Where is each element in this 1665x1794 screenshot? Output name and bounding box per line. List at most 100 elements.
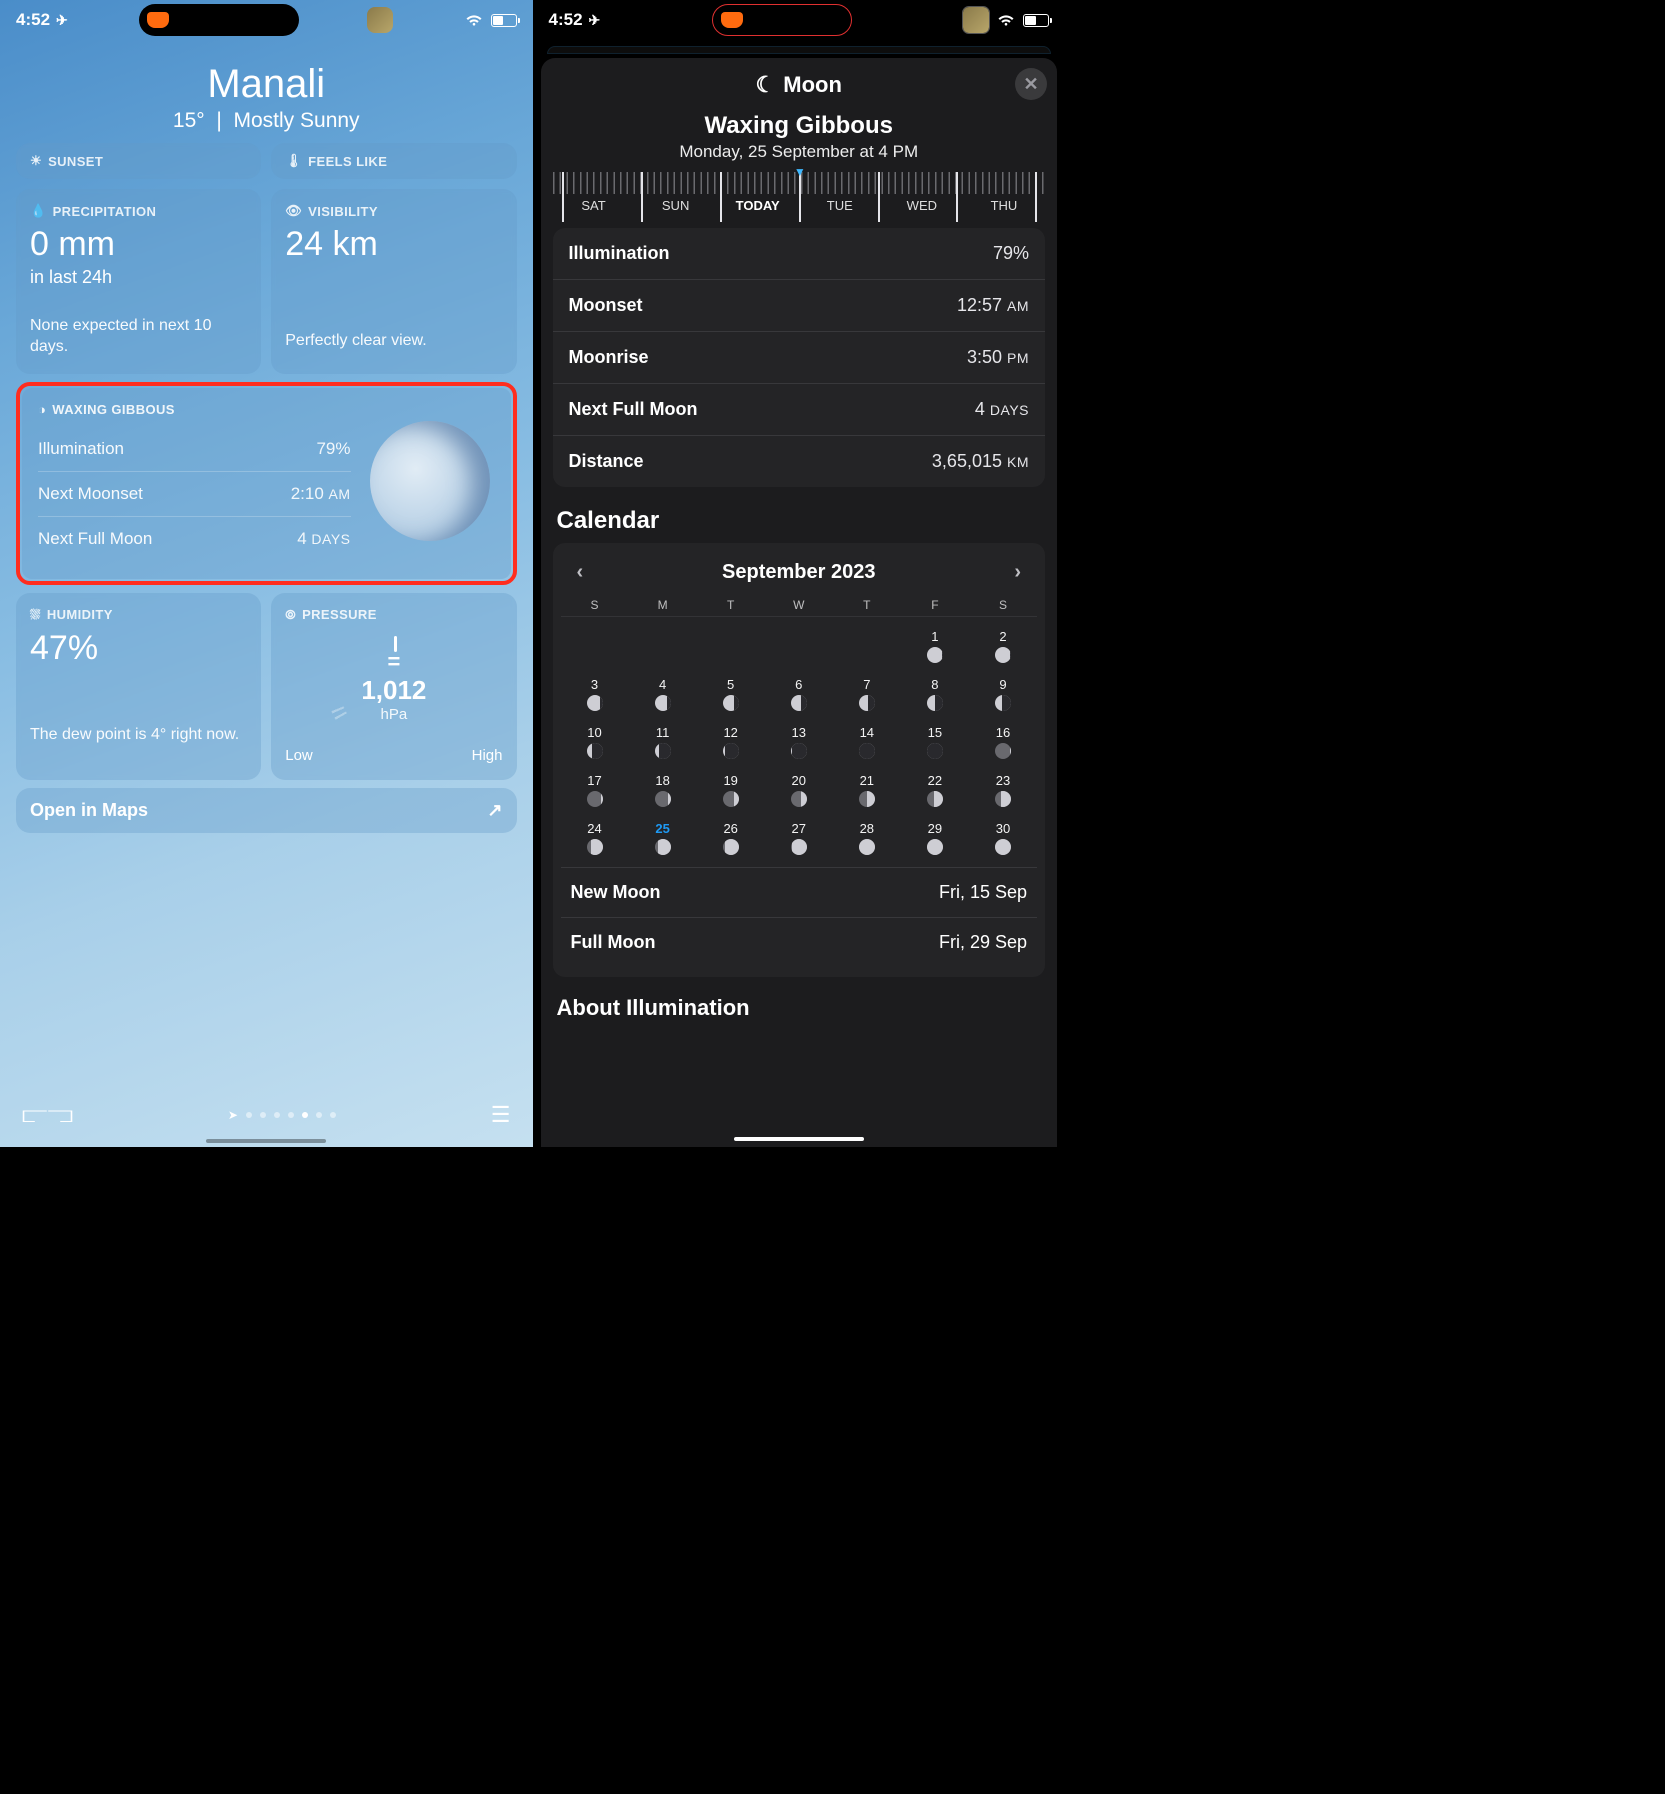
calendar-day-cell[interactable]: 11 <box>629 721 697 761</box>
moon-phase-icon <box>655 695 671 711</box>
calendar-day-cell[interactable]: 30 <box>969 817 1037 857</box>
sheet-header: ☾ Moon ✕ <box>541 62 1058 108</box>
calendar-day-cell[interactable]: 25 <box>629 817 697 857</box>
sunset-icon: ☀︎ <box>30 153 42 169</box>
moon-image <box>370 421 490 541</box>
pressure-value: 1,012 <box>319 675 469 706</box>
calendar-event-row: Full MoonFri, 29 Sep <box>561 917 1038 967</box>
moon-phase-icon <box>791 791 807 807</box>
calendar-day-cell[interactable]: 29 <box>901 817 969 857</box>
sunset-card[interactable]: ☀︎SUNSET <box>16 143 261 179</box>
home-indicator[interactable] <box>206 1139 326 1143</box>
calendar-day-cell[interactable]: 22 <box>901 769 969 809</box>
calendar-dow: S <box>561 598 629 617</box>
calendar-day-cell[interactable]: 5 <box>697 673 765 713</box>
calendar-day-cell[interactable]: 12 <box>697 721 765 761</box>
moon-detail-row: Next Full Moon4 DAYS <box>553 384 1046 436</box>
ruler-caret-icon: ▼ <box>794 165 806 179</box>
prev-month-button[interactable]: ‹ <box>569 557 592 588</box>
phase-header: Waxing Gibbous Monday, 25 September at 4… <box>541 112 1058 162</box>
next-month-button[interactable]: › <box>1006 557 1029 588</box>
battery-icon <box>1023 14 1049 27</box>
sheet-title-text: Moon <box>783 72 842 98</box>
calendar-day-cell[interactable]: 4 <box>629 673 697 713</box>
pip-avatar[interactable] <box>367 7 393 33</box>
humidity-card[interactable]: ⛆HUMIDITY 47% The dew point is 4° right … <box>16 593 261 780</box>
calendar-day-cell[interactable]: 1 <box>901 625 969 665</box>
close-button[interactable]: ✕ <box>1015 68 1047 100</box>
calendar-day-cell[interactable]: 20 <box>765 769 833 809</box>
calendar-day-cell[interactable]: 6 <box>765 673 833 713</box>
moon-detail-row: Distance3,65,015 KM <box>553 436 1046 487</box>
moon-phase-icon <box>791 743 807 759</box>
calendar-day-cell[interactable]: 17 <box>561 769 629 809</box>
moon-phase-icon <box>927 839 943 855</box>
moon-phase-icon <box>655 839 671 855</box>
pressure-card[interactable]: ⦾PRESSURE = 1,012 hPa Low High <box>271 593 516 780</box>
moon-detail-row: Illumination79% <box>553 228 1046 280</box>
moon-phase-icon <box>723 791 739 807</box>
ruler-day-label: TUE <box>799 198 881 213</box>
moon-phase-icon <box>859 695 875 711</box>
thermometer-icon: 🌡 <box>285 153 302 169</box>
calendar-card: ‹ September 2023 › SMTWTFS12345678910111… <box>553 543 1046 977</box>
calendar-day-cell[interactable]: 8 <box>901 673 969 713</box>
pip-avatar[interactable] <box>963 7 989 33</box>
list-icon[interactable]: ☰ <box>491 1102 511 1128</box>
droplet-icon: 💧 <box>30 203 47 219</box>
calendar-day-cell[interactable]: 2 <box>969 625 1037 665</box>
live-activity-icon <box>721 12 743 28</box>
calendar-day-cell[interactable]: 10 <box>561 721 629 761</box>
ruler-day-label: SUN <box>635 198 717 213</box>
calendar-day-cell[interactable]: 16 <box>969 721 1037 761</box>
calendar-day-cell[interactable]: 15 <box>901 721 969 761</box>
calendar-day-cell[interactable]: 21 <box>833 769 901 809</box>
moon-detail-screen: 4:52 ✈︎ ☾ Moon ✕ Waxing Gibbous Monday, … <box>533 0 1066 1147</box>
background-sheet-peek <box>547 46 1052 54</box>
calendar-day-cell[interactable]: 28 <box>833 817 901 857</box>
calendar-day-cell[interactable]: 18 <box>629 769 697 809</box>
moon-phase-icon <box>587 743 603 759</box>
moon-phase-icon <box>995 743 1011 759</box>
calendar-day-cell[interactable]: 24 <box>561 817 629 857</box>
moon-icon: ☾ <box>756 72 776 98</box>
calendar-dow: F <box>901 598 969 617</box>
precipitation-card[interactable]: 💧PRECIPITATION 0 mm in last 24h None exp… <box>16 189 261 374</box>
moon-phase-icon <box>995 839 1011 855</box>
feels-like-card[interactable]: 🌡FEELS LIKE <box>271 143 516 179</box>
map-icon[interactable]: ⫍⫎ <box>22 1101 73 1129</box>
moon-phase-icon <box>791 695 807 711</box>
calendar-section-title: Calendar <box>557 507 1042 535</box>
external-link-icon: ↗ <box>487 800 502 821</box>
moon-detail-row: Moonrise3:50 PM <box>553 332 1046 384</box>
calendar-day-cell[interactable]: 13 <box>765 721 833 761</box>
moon-card[interactable]: ◑WAXING GIBBOUS Illumination79%Next Moon… <box>22 388 511 579</box>
calendar-day-cell[interactable]: 9 <box>969 673 1037 713</box>
open-in-maps-button[interactable]: Open in Maps ↗ <box>16 788 517 833</box>
calendar-day-cell[interactable]: 26 <box>697 817 765 857</box>
moon-phase-icon <box>791 839 807 855</box>
calendar-month-label: September 2023 <box>722 561 875 584</box>
humidity-note: The dew point is 4° right now. <box>30 725 247 746</box>
calendar-day-cell[interactable]: 23 <box>969 769 1037 809</box>
visibility-card[interactable]: 👁VISIBILITY 24 km Perfectly clear view. <box>271 189 516 374</box>
location-arrow-icon: ➤ <box>228 1108 238 1122</box>
day-ruler[interactable]: ▼ SATSUNTODAYTUEWEDTHU <box>553 172 1046 222</box>
home-indicator[interactable] <box>734 1137 864 1141</box>
calendar-day-cell[interactable]: 27 <box>765 817 833 857</box>
moon-sheet: ☾ Moon ✕ Waxing Gibbous Monday, 25 Septe… <box>541 58 1058 1147</box>
dynamic-island[interactable] <box>712 4 852 36</box>
location-services-icon: ✈︎ <box>56 12 68 29</box>
calendar-dow: T <box>697 598 765 617</box>
dynamic-island[interactable] <box>139 4 299 36</box>
calendar-day-cell[interactable]: 19 <box>697 769 765 809</box>
page-indicator[interactable]: ➤ <box>228 1108 336 1122</box>
calendar-day-cell[interactable]: 7 <box>833 673 901 713</box>
calendar-day-cell <box>561 625 629 665</box>
calendar-dow: T <box>833 598 901 617</box>
calendar-day-cell[interactable]: 14 <box>833 721 901 761</box>
moon-phase-icon <box>927 743 943 759</box>
calendar-day-cell[interactable]: 3 <box>561 673 629 713</box>
moon-card-highlight: ◑WAXING GIBBOUS Illumination79%Next Moon… <box>16 382 517 585</box>
calendar-grid[interactable]: SMTWTFS123456789101112131415161718192021… <box>561 598 1038 857</box>
